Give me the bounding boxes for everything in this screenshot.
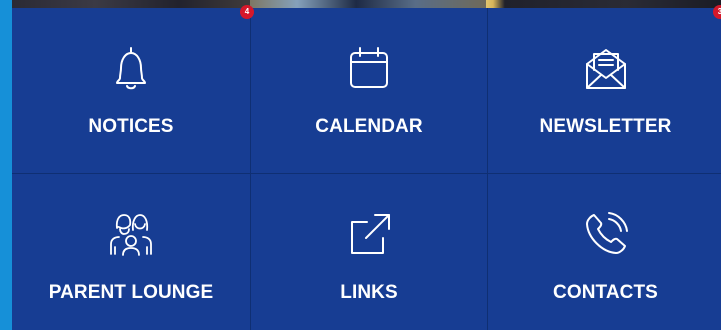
menu-tile-grid: 4 NOTICES CALENDAR 3 NEWSLETTER PARENT L… — [12, 5, 721, 330]
tile-label: NEWSLETTER — [539, 116, 672, 137]
tile-notices[interactable]: 4 NOTICES — [12, 5, 254, 173]
photo-banner-strip — [12, 0, 721, 8]
family-icon — [105, 208, 157, 260]
tile-label: NOTICES — [88, 116, 174, 137]
tile-label: PARENT LOUNGE — [48, 282, 214, 303]
calendar-icon — [343, 42, 395, 94]
tile-label: LINKS — [340, 282, 398, 303]
banner-photo[interactable] — [12, 0, 250, 8]
phone-icon — [580, 208, 632, 260]
envelope-letter-icon — [580, 42, 632, 94]
tile-label: CALENDAR — [315, 116, 423, 137]
notification-badge: 4 — [240, 5, 254, 19]
notification-badge: 3 — [713, 5, 721, 19]
tile-contacts[interactable]: CONTACTS — [488, 174, 721, 330]
tile-label: CONTACTS — [553, 282, 658, 303]
banner-photo[interactable] — [250, 0, 486, 8]
banner-photo[interactable] — [486, 0, 721, 8]
tile-links[interactable]: LINKS — [251, 174, 487, 330]
side-accent-strip — [0, 0, 12, 330]
bell-icon — [105, 42, 157, 94]
app-home-screen: 4 NOTICES CALENDAR 3 NEWSLETTER PARENT L… — [0, 0, 721, 330]
tile-parent-lounge[interactable]: PARENT LOUNGE — [12, 174, 250, 330]
external-link-icon — [343, 208, 395, 260]
tile-calendar[interactable]: CALENDAR — [251, 8, 487, 173]
tile-newsletter[interactable]: 3 NEWSLETTER — [488, 5, 721, 173]
